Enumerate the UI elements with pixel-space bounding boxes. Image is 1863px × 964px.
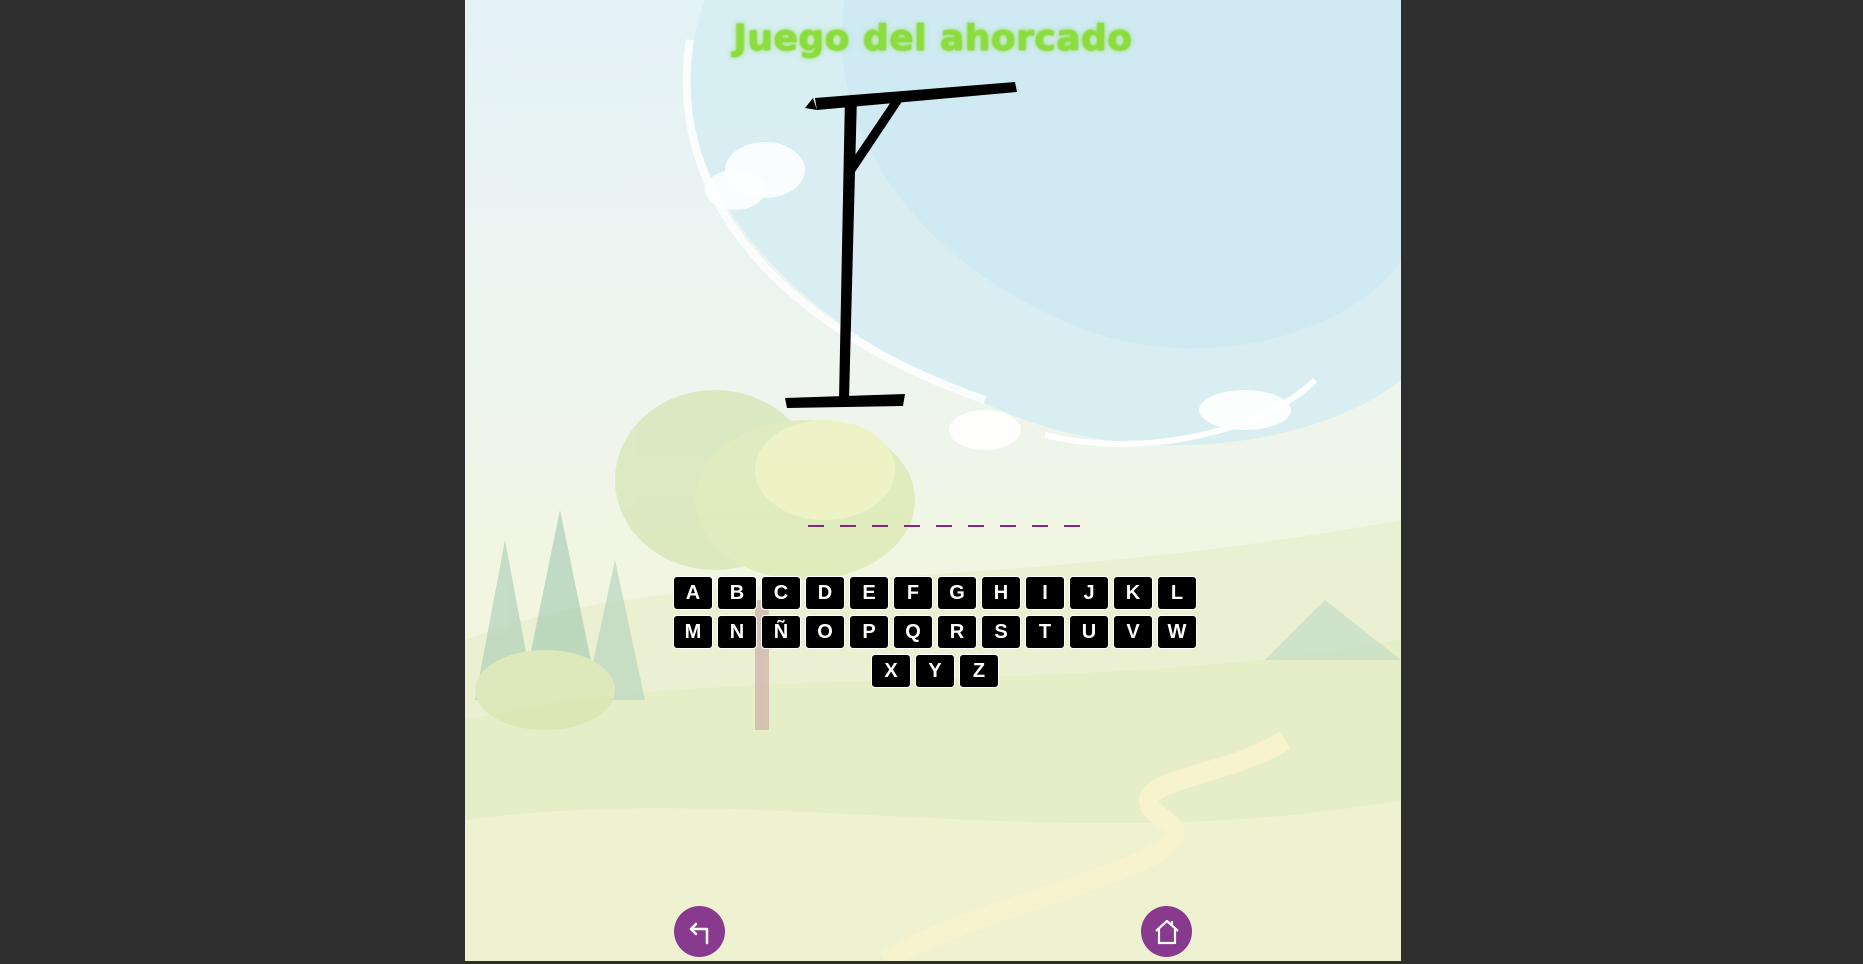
letter-key[interactable]: H <box>981 576 1021 610</box>
letter-key[interactable]: Z <box>959 654 999 688</box>
letter-key[interactable]: I <box>1025 576 1065 610</box>
letter-key[interactable]: B <box>717 576 757 610</box>
word-slot <box>1032 503 1048 527</box>
letter-key[interactable]: Y <box>915 654 955 688</box>
letter-key[interactable]: A <box>673 576 713 610</box>
letter-key[interactable]: G <box>937 576 977 610</box>
letter-key[interactable]: Q <box>893 615 933 649</box>
letter-key[interactable]: U <box>1069 615 1109 649</box>
letter-key[interactable]: R <box>937 615 977 649</box>
letter-key[interactable]: M <box>673 615 713 649</box>
letter-keyboard: ABCDEFGHIJKL MNÑOPQRSTUVW XYZ <box>670 576 1200 688</box>
word-slot <box>968 503 984 527</box>
word-slot <box>904 503 920 527</box>
gallows-drawing <box>785 82 1017 408</box>
letter-key[interactable]: E <box>849 576 889 610</box>
word-slot <box>1000 503 1016 527</box>
word-slot <box>872 503 888 527</box>
letter-key[interactable]: T <box>1025 615 1065 649</box>
word-slot <box>840 503 856 527</box>
word-slots <box>465 503 1401 527</box>
letter-key[interactable]: J <box>1069 576 1109 610</box>
game-area: Juego del ahorcado ABCDEFGHIJKLMNÑOPQRST… <box>465 0 1401 961</box>
word-slot <box>808 503 824 527</box>
letter-key[interactable]: D <box>805 576 845 610</box>
letter-key[interactable]: S <box>981 615 1021 649</box>
home-icon <box>1154 919 1179 944</box>
letter-key[interactable]: O <box>805 615 845 649</box>
letter-key[interactable]: Ñ <box>761 615 801 649</box>
letter-key[interactable]: C <box>761 576 801 610</box>
letter-key[interactable]: K <box>1113 576 1153 610</box>
home-button[interactable] <box>1141 906 1192 957</box>
back-button[interactable] <box>674 906 725 957</box>
word-slot <box>936 503 952 527</box>
letter-key[interactable]: V <box>1113 615 1153 649</box>
letter-key[interactable]: F <box>893 576 933 610</box>
letter-key[interactable]: N <box>717 615 757 649</box>
letter-key[interactable]: P <box>849 615 889 649</box>
back-arrow-icon <box>689 922 708 944</box>
letter-key[interactable]: L <box>1157 576 1197 610</box>
letter-key[interactable]: X <box>871 654 911 688</box>
word-slot <box>1064 503 1080 527</box>
letter-key[interactable]: W <box>1157 615 1197 649</box>
